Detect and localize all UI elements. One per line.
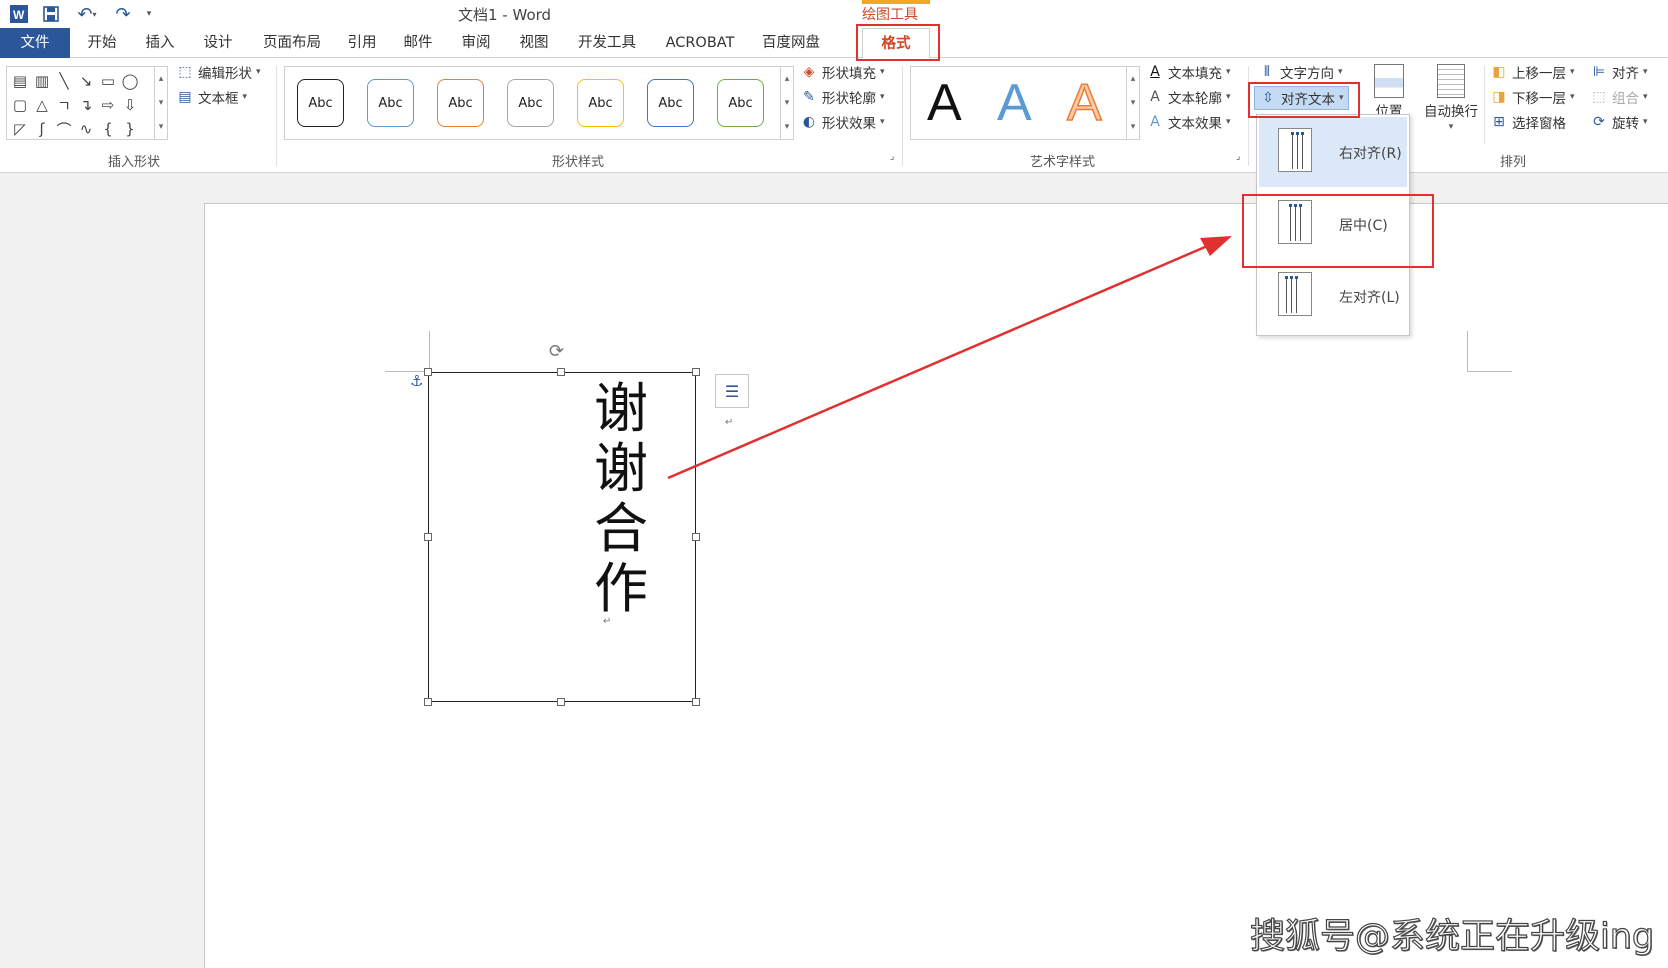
- align-right-option[interactable]: 右对齐(R): [1259, 117, 1407, 187]
- highlight-center-option: [1242, 194, 1434, 268]
- align-left-icon: [1278, 272, 1312, 316]
- align-right-icon: [1278, 128, 1312, 172]
- watermark: 搜狐号@系统正在升级ing: [1249, 916, 1655, 957]
- align-left-option[interactable]: 左对齐(L): [1259, 261, 1407, 331]
- word-window: { "app": { "doc_title": "文档1 - Word", "c…: [0, 0, 1668, 968]
- highlight-align-text: [1248, 82, 1360, 118]
- annotation-arrow: [667, 236, 1232, 480]
- align-right-label: 右对齐(R): [1339, 146, 1402, 162]
- align-left-label: 左对齐(L): [1339, 290, 1400, 306]
- highlight-format-tab: [856, 24, 940, 61]
